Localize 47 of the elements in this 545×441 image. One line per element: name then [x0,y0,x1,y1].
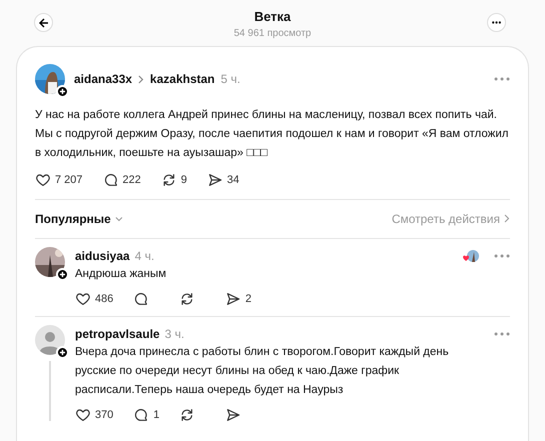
chevron-right-icon [504,214,510,223]
back-button[interactable] [34,13,53,32]
like-button[interactable]: 7 207 [35,172,83,188]
reply-text: Вчера доча принесла с работы блин с творогом.Говорит каждый день русские по очереди несут блины на обед к чаю.Даже график расписали.Теперь наша очередь будет на Наурыз [75,345,450,398]
share-button[interactable]: 2 [225,290,252,307]
speech-bubble-icon [133,290,150,307]
more-options-icon[interactable] [494,254,510,258]
share-button[interactable]: 34 [207,172,240,188]
post-text: У нас на работе коллега Андрей принес блины на масленицу, позвал всех попить чай. Мы с подругой держим Оразу, после чаепития подошел к нам и говорит «Я вам отложил в холодильник, поешьте на ауызашар» □□□ [35,108,510,161]
repost-icon [179,290,196,307]
speech-bubble-icon [133,407,150,424]
repost-button[interactable]: 9 [160,172,188,188]
reply-time: 3 ч. [164,326,184,343]
comment-button[interactable]: 222 [102,172,141,188]
username[interactable]: aidusiyaa [75,246,130,264]
default-avatar-icon [35,325,65,355]
community-name[interactable]: kazakhstan [150,70,215,88]
follow-plus-icon[interactable] [56,85,69,98]
paper-plane-icon [225,407,242,424]
repost-icon [179,407,196,424]
more-options-icon[interactable] [494,77,510,81]
more-options-icon [492,21,501,24]
reply-text: Андрюша жаным [75,266,168,282]
heart-icon [75,290,91,307]
repost-icon [160,172,177,188]
speech-bubble-icon [102,172,119,188]
more-button[interactable] [487,13,506,32]
chevron-right-icon [138,74,144,84]
sort-dropdown[interactable]: Популярные [35,210,123,228]
heart-icon [35,172,51,188]
follow-plus-icon[interactable] [56,346,69,359]
like-button[interactable]: 370 [75,407,114,424]
paper-plane-icon [225,290,242,307]
post-time: 5 ч. [220,71,240,88]
more-options-icon[interactable] [494,332,510,336]
heart-icon [75,407,91,424]
follow-plus-icon[interactable] [56,268,69,280]
comment-button[interactable]: 1 [133,407,160,424]
chevron-down-icon [114,216,123,222]
username[interactable]: petropavlsaule [75,325,160,343]
page-title: Ветка [254,10,291,23]
username[interactable]: aidana33x [74,70,132,88]
paper-plane-icon [207,172,224,188]
view-count: 54 961 просмотр [234,27,312,41]
reply-time: 4 ч. [134,248,154,264]
like-button[interactable]: 486 [75,290,114,307]
back-arrow-icon [38,18,48,28]
